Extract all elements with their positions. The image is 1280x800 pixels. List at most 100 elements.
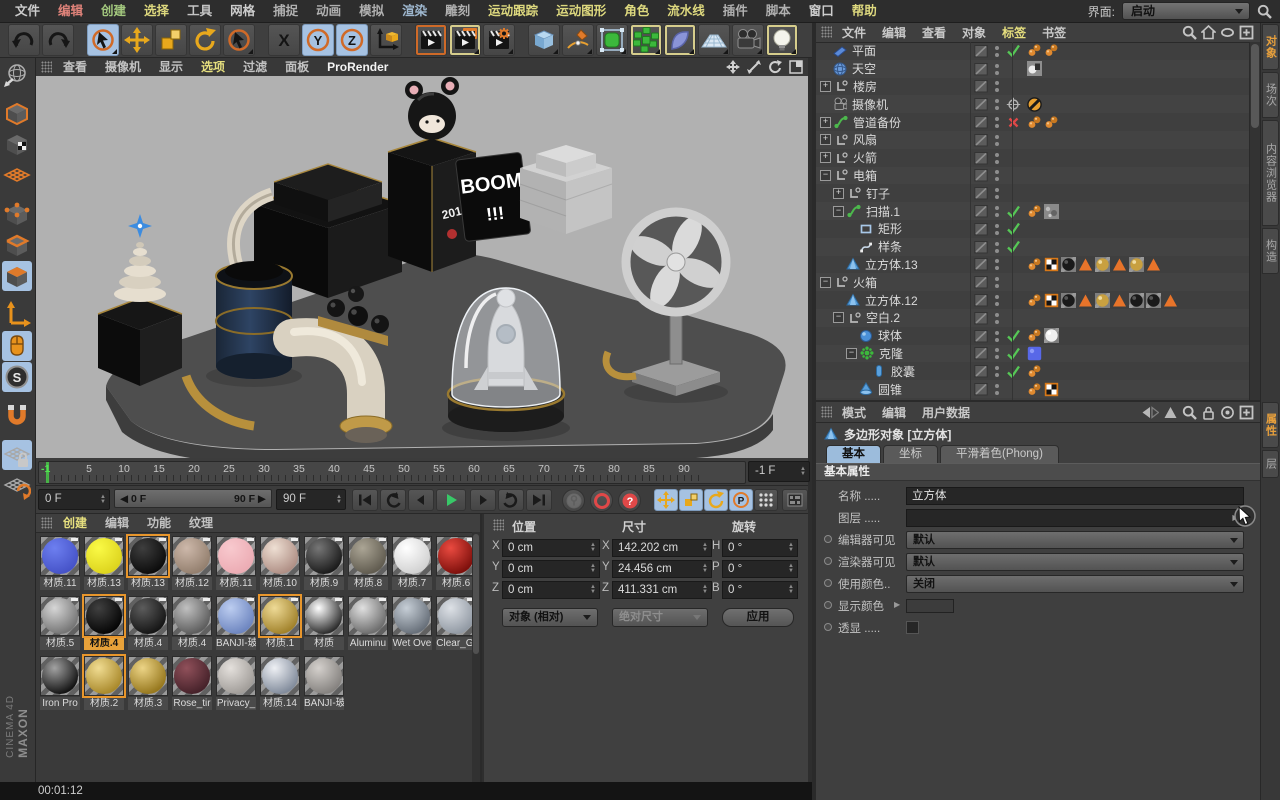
xray-checkbox[interactable] (906, 621, 919, 634)
expand-toggle-icon[interactable]: − (846, 347, 857, 359)
tab-平滑着色(Phong)[interactable]: 平滑着色(Phong) (940, 445, 1059, 463)
expand-toggle-icon[interactable]: + (820, 80, 831, 92)
phong-tag-icon[interactable] (1027, 328, 1042, 343)
layer-toggle-icon[interactable] (974, 133, 988, 147)
uvw-tag-icon[interactable] (1044, 293, 1059, 308)
material-scrollbar[interactable] (472, 532, 480, 782)
timeline-window-button[interactable] (782, 489, 808, 511)
coord-field[interactable]: 142.202 cm ▲ ▼ (612, 539, 712, 557)
object-row[interactable]: − 火箱 (816, 273, 1250, 292)
coord-field[interactable]: 0 cm ▲ ▼ (502, 581, 600, 599)
layer-toggle-icon[interactable] (974, 62, 988, 76)
panel-tab-内容浏览器[interactable]: 内容浏览器 (1262, 120, 1279, 226)
visibility-dots-icon[interactable] (990, 115, 1004, 129)
tri-tag-icon[interactable] (1078, 257, 1093, 272)
viewport-menu-显示[interactable]: 显示 (150, 58, 192, 76)
x-axis-lock-button[interactable]: X (268, 23, 300, 56)
move-tool-button[interactable] (121, 23, 153, 56)
layer-toggle-icon[interactable] (974, 115, 988, 129)
visibility-dots-icon[interactable] (990, 204, 1004, 218)
material-menu-纹理[interactable]: 纹理 (180, 514, 222, 532)
material-menu-编辑[interactable]: 编辑 (96, 514, 138, 532)
mograph-cloner-button[interactable] (630, 23, 662, 56)
search-icon[interactable] (1182, 25, 1197, 40)
material-menu-创建[interactable]: 创建 (54, 514, 96, 532)
add-panel-icon[interactable] (1239, 25, 1254, 40)
object-row[interactable]: + 楼房 (816, 78, 1250, 96)
visibility-dots-icon[interactable] (990, 346, 1004, 360)
menu-item-角色[interactable]: 角色 (615, 0, 658, 22)
matblack-tag-icon[interactable] (1061, 256, 1076, 272)
primitive-cube-button[interactable] (528, 23, 560, 56)
material-menu-功能[interactable]: 功能 (138, 514, 180, 532)
viewport-menu-选项[interactable]: 选项 (192, 58, 234, 76)
points-mode-button[interactable] (2, 199, 32, 229)
layer-toggle-icon[interactable] (974, 364, 988, 378)
filter-icon[interactable] (1220, 25, 1235, 40)
object-row[interactable]: 平面 (816, 42, 1250, 60)
autokey-button[interactable] (590, 489, 613, 512)
key-position-toggle[interactable] (654, 489, 678, 511)
check-state-icon[interactable] (1006, 239, 1021, 254)
frame-range-slider[interactable]: ◀ 0 F 90 F ▶ (114, 489, 272, 508)
attribute-menu-用户数据[interactable]: 用户数据 (914, 404, 978, 421)
object-menu-标签[interactable]: 标签 (994, 24, 1034, 41)
drag-handle-icon[interactable] (41, 517, 52, 529)
expand-toggle-icon[interactable]: + (833, 187, 844, 199)
object-menu-文件[interactable]: 文件 (834, 24, 874, 41)
start-frame-field[interactable]: 0 F ▲ ▼ (38, 489, 110, 510)
z-axis-lock-button[interactable]: Z (336, 23, 368, 56)
matgold-tag-icon[interactable] (1129, 256, 1144, 272)
render-picture-viewer-button[interactable] (449, 23, 481, 56)
visibility-dots-icon[interactable] (990, 222, 1004, 236)
visibility-dots-icon[interactable] (990, 275, 1004, 289)
material-swatch[interactable]: 材质.11 (216, 536, 256, 590)
check-state-icon[interactable] (1006, 328, 1021, 343)
search-icon[interactable] (1257, 4, 1272, 19)
check-state-icon[interactable] (1006, 221, 1021, 236)
workplane-button[interactable] (2, 471, 32, 501)
material-swatch[interactable]: 材质.4 (128, 596, 168, 650)
apply-button[interactable]: 应用 (722, 608, 794, 627)
prev-key-button[interactable] (380, 489, 406, 511)
object-row[interactable]: 立方体.13 (816, 256, 1250, 274)
keyframe-dot-icon[interactable] (824, 601, 832, 609)
phong-tag-icon[interactable] (1027, 364, 1042, 379)
color-expand-icon[interactable]: ▶ (894, 600, 900, 609)
next-frame-button[interactable] (470, 489, 496, 511)
menu-item-选择[interactable]: 选择 (135, 0, 178, 22)
viewport-menu-面板[interactable]: 面板 (276, 58, 318, 76)
toggle-view-icon[interactable] (789, 60, 803, 74)
object-row[interactable]: + 火箭 (816, 149, 1250, 167)
prev-object-icon[interactable] (1141, 405, 1159, 420)
uvw-tag-icon[interactable] (1044, 257, 1059, 272)
expand-toggle-icon[interactable]: − (820, 276, 831, 288)
up-hierarchy-icon[interactable] (1163, 405, 1178, 420)
pan-view-icon[interactable] (726, 60, 740, 74)
visibility-dots-icon[interactable] (990, 329, 1004, 343)
visibility-dots-icon[interactable] (990, 79, 1004, 93)
check-state-icon[interactable] (1006, 204, 1021, 219)
material-swatch[interactable]: 材质.9 (304, 536, 344, 590)
viewport-menu-查看[interactable]: 查看 (54, 58, 96, 76)
object-row[interactable]: + 风扇 (816, 130, 1250, 149)
rotate-tool-button[interactable] (189, 23, 221, 56)
texgray-tag-icon[interactable] (1044, 203, 1059, 219)
phong-tag-icon[interactable] (1027, 257, 1042, 272)
scale-tool-button[interactable] (155, 23, 187, 56)
key-rotation-toggle[interactable] (704, 489, 728, 511)
visibility-dots-icon[interactable] (990, 133, 1004, 147)
play-button[interactable] (436, 489, 466, 511)
interface-dropdown[interactable]: 启动 (1122, 2, 1250, 20)
coord-field[interactable]: 411.331 cm ▲ ▼ (612, 581, 712, 599)
object-row[interactable]: + 钉子 (816, 184, 1250, 202)
layer-toggle-icon[interactable] (974, 79, 988, 93)
viewport-canvas[interactable]: 2019 BOOM !!! (36, 76, 808, 458)
phong-tag-icon[interactable] (1027, 43, 1042, 58)
material-swatch[interactable]: 材质.13 (84, 536, 124, 590)
material-swatch[interactable]: 材质.4 (84, 596, 124, 650)
texture-mode-button[interactable] (2, 129, 32, 159)
menu-item-流水线[interactable]: 流水线 (658, 0, 714, 22)
object-scrollbar[interactable] (1249, 42, 1260, 400)
current-frame-field[interactable]: -1 F ▲ ▼ (748, 461, 810, 482)
